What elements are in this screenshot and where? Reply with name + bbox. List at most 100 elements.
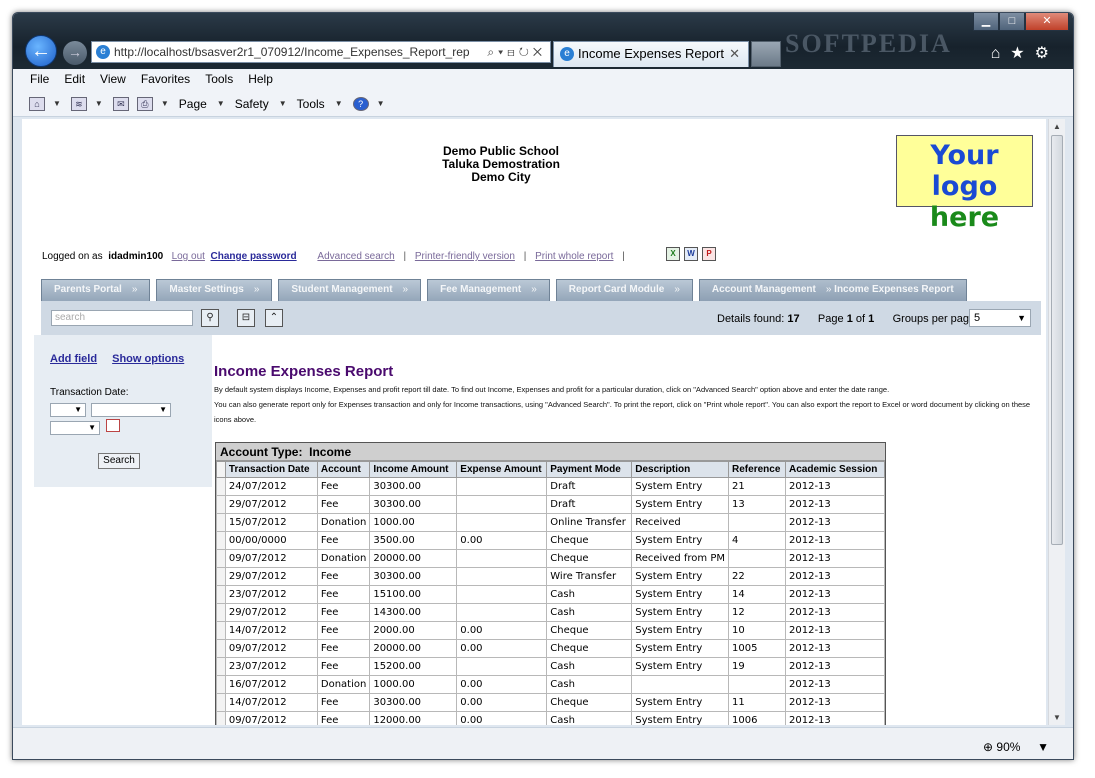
current-page-crumb[interactable]: Income Expenses Report <box>834 284 953 295</box>
menu-file[interactable]: File <box>30 69 49 91</box>
account-type-header: Account Type: Income <box>216 443 885 461</box>
date-day-select[interactable]: ▼ <box>50 403 86 417</box>
col-account[interactable]: Account <box>316 461 371 478</box>
groups-per-page-select[interactable]: 5 ▼ <box>969 309 1031 327</box>
table-cell: Received from PM <box>631 549 730 568</box>
col-reference[interactable]: Reference <box>728 461 786 478</box>
safety-menu[interactable]: Safety <box>235 92 269 116</box>
tab-master-settings[interactable]: Master Settings » <box>156 279 273 301</box>
back-button[interactable]: ← <box>25 35 57 67</box>
tab-label: Report Card Module <box>568 284 665 295</box>
change-password-link[interactable]: Change password <box>211 251 297 262</box>
show-options-link[interactable]: Show options <box>112 353 184 365</box>
calendar-icon[interactable] <box>106 419 120 432</box>
close-icon[interactable]: ✕ <box>1025 13 1069 31</box>
excel-export-icon[interactable]: X <box>666 247 680 261</box>
col-payment-mode[interactable]: Payment Mode <box>546 461 633 478</box>
tab-report-card-module[interactable]: Report Card Module » <box>555 279 693 301</box>
new-tab-button[interactable] <box>751 41 781 67</box>
tab-parents-portal[interactable]: Parents Portal » <box>41 279 151 301</box>
col-expense-amount[interactable]: Expense Amount <box>456 461 548 478</box>
minimize-icon[interactable]: ▁ <box>973 13 999 31</box>
menu-help[interactable]: Help <box>248 69 273 91</box>
scroll-down-icon[interactable]: ▼ <box>1053 713 1061 722</box>
table-cell: Draft <box>546 495 633 514</box>
forward-button[interactable]: → <box>63 41 87 65</box>
feeds-icon[interactable]: ≋ <box>70 96 87 111</box>
tools-menu[interactable]: Tools <box>297 92 325 116</box>
logout-link[interactable]: Log out <box>172 251 205 262</box>
table-cell: 30300.00 <box>369 495 458 514</box>
vertical-scrollbar[interactable]: ▲ ▼ <box>1048 119 1065 725</box>
home-dropdown-icon[interactable]: ▼ <box>53 92 61 116</box>
account-type-label: Account Type: <box>220 445 303 459</box>
col-transaction-date[interactable]: Transaction Date <box>224 461 318 478</box>
table-cell: 14300.00 <box>369 603 458 622</box>
menu-tools[interactable]: Tools <box>205 69 233 91</box>
address-bar[interactable]: e http://localhost/bsasver2r1_070912/Inc… <box>91 41 551 63</box>
tab-close-icon[interactable]: ✕ <box>729 42 740 66</box>
gutter-cell <box>216 621 226 640</box>
table-cell: System Entry <box>631 621 730 640</box>
printer-friendly-link[interactable]: Printer-friendly version <box>415 251 515 262</box>
home-icon[interactable]: ⌂ <box>29 96 45 111</box>
menu-favorites[interactable]: Favorites <box>141 69 190 91</box>
col-income-amount[interactable]: Income Amount <box>369 461 458 478</box>
tab-account-management[interactable]: Account Management » Income Expenses Repo… <box>698 279 967 301</box>
search-icon[interactable]: ⚲ <box>201 309 219 327</box>
table-cell: Fee <box>316 531 371 550</box>
table-cell: 09/07/2012 <box>224 639 318 658</box>
gutter-cell <box>216 639 226 658</box>
safety-dropdown-icon[interactable]: ▼ <box>279 92 287 116</box>
table-cell: 2012-13 <box>785 567 885 586</box>
table-cell: 2012-13 <box>785 621 885 640</box>
expand-up-icon[interactable]: ⌃ <box>265 309 283 327</box>
collapse-icon[interactable]: ⊟ <box>237 309 255 327</box>
tab-ie-icon: e <box>560 47 574 61</box>
module-tabs: Parents Portal » Master Settings » Student… <box>41 279 973 301</box>
address-tools-icons[interactable]: ⌕▾⊟↻✕ <box>487 42 546 62</box>
print-whole-report-link[interactable]: Print whole report <box>535 251 613 262</box>
table-cell: 2012-13 <box>785 675 885 694</box>
home-favorites-settings-icons[interactable]: ⌂★⚙ <box>991 43 1059 63</box>
search-button[interactable]: Search <box>98 453 140 469</box>
mail-icon[interactable]: ✉ <box>112 96 129 111</box>
date-year-select[interactable]: ▼ <box>50 421 100 435</box>
browser-tab[interactable]: e Income Expenses Report ✕ <box>553 41 749 67</box>
panel-links: Add field Show options <box>50 353 196 365</box>
search-input[interactable]: search <box>51 310 193 326</box>
page-menu[interactable]: Page <box>179 92 207 116</box>
maximize-icon[interactable]: □ <box>999 13 1025 31</box>
pdf-export-icon[interactable]: P <box>702 247 716 261</box>
print-dropdown-icon[interactable]: ▼ <box>161 92 169 116</box>
table-cell: Fee <box>316 603 371 622</box>
col-academic-session[interactable]: Academic Session <box>785 461 885 478</box>
page-dropdown-icon[interactable]: ▼ <box>217 92 225 116</box>
table-cell <box>456 585 548 604</box>
table-cell <box>456 477 548 496</box>
table-cell: Draft <box>546 477 633 496</box>
add-field-link[interactable]: Add field <box>50 353 97 365</box>
help-icon[interactable]: ? <box>352 96 369 111</box>
advanced-search-link[interactable]: Advanced search <box>317 251 394 262</box>
menu-edit[interactable]: Edit <box>64 69 85 91</box>
word-export-icon[interactable]: W <box>684 247 698 261</box>
help-dropdown-icon[interactable]: ▼ <box>377 92 385 116</box>
ie-icon: e <box>96 45 110 59</box>
date-month-select[interactable]: ▼ <box>91 403 171 417</box>
scrollbar-thumb[interactable] <box>1051 135 1063 545</box>
print-icon[interactable]: ⎙ <box>136 96 153 111</box>
col-description[interactable]: Description <box>631 461 730 478</box>
tab-fee-management[interactable]: Fee Management » <box>427 279 550 301</box>
table-row: 14/07/2012 Fee 2000.00 0.00 Cheque System Ent… <box>216 621 885 640</box>
export-icons: X W P <box>666 247 716 261</box>
tab-student-management[interactable]: Student Management » <box>278 279 422 301</box>
scroll-up-icon[interactable]: ▲ <box>1053 122 1061 131</box>
table-cell: System Entry <box>631 639 730 658</box>
menu-view[interactable]: View <box>100 69 126 91</box>
table-cell: 14/07/2012 <box>224 621 318 640</box>
zoom-control[interactable]: ⊕ 90% ▼ <box>983 740 1049 754</box>
tools-dropdown-icon[interactable]: ▼ <box>335 92 343 116</box>
table-row: 23/07/2012 Fee 15200.00 Cash System Entry 19 2… <box>216 657 885 676</box>
feeds-dropdown-icon[interactable]: ▼ <box>95 92 103 116</box>
